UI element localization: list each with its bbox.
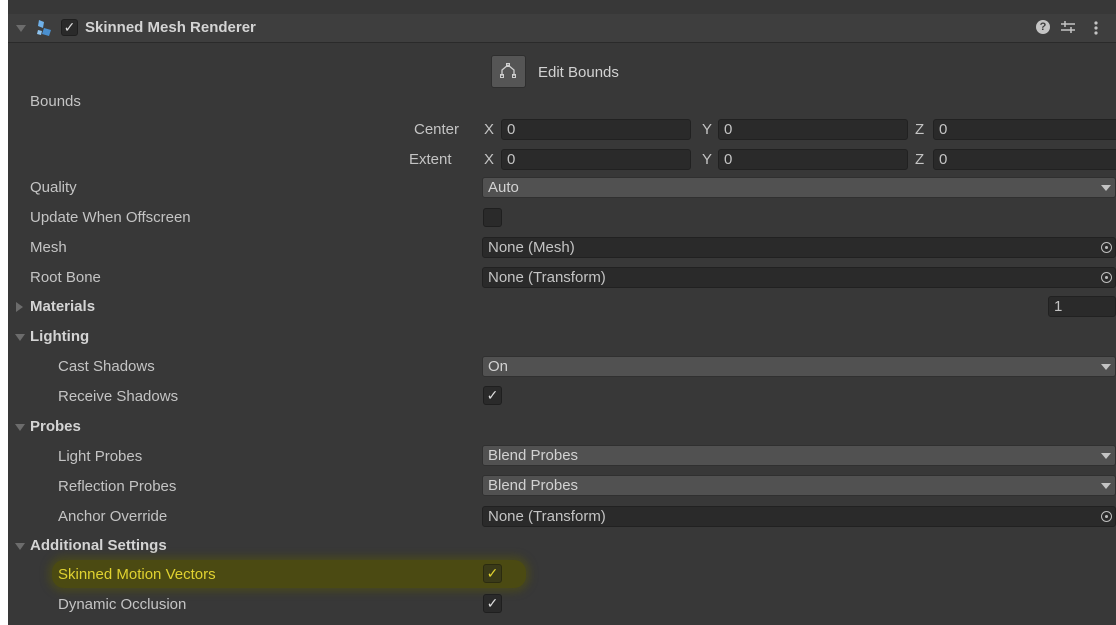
anchor-override-field[interactable]: None (Transform) (482, 506, 1116, 527)
root-bone-field[interactable]: None (Transform) (482, 267, 1116, 288)
center-z-field[interactable]: 0 (933, 119, 1116, 140)
extent-y-label: Y (702, 151, 713, 168)
extent-x-label: X (484, 151, 495, 168)
quality-label: Quality (30, 179, 77, 196)
help-icon[interactable]: ? (1036, 20, 1050, 34)
extent-y-field[interactable]: 0 (718, 149, 908, 170)
cast-shadows-value: On (488, 358, 509, 375)
object-picker-icon[interactable] (1101, 511, 1112, 522)
mesh-field[interactable]: None (Mesh) (482, 237, 1116, 258)
reflection-probes-value: Blend Probes (488, 477, 579, 494)
object-picker-icon[interactable] (1101, 242, 1112, 253)
center-y-label: Y (702, 121, 713, 138)
center-label: Center (414, 121, 460, 138)
skinned-motion-vectors-label: Skinned Motion Vectors (58, 566, 216, 583)
light-probes-dropdown[interactable]: Blend Probes (482, 445, 1116, 466)
update-offscreen-checkbox[interactable] (483, 208, 502, 227)
mesh-renderer-icon (36, 18, 54, 38)
additional-settings-foldout-arrow-icon[interactable] (15, 543, 25, 550)
extent-x-field[interactable]: 0 (501, 149, 691, 170)
mesh-label: Mesh (30, 239, 67, 256)
dynamic-occlusion-checkbox[interactable]: ✓ (483, 594, 502, 613)
foldout-arrow-icon[interactable] (16, 25, 26, 32)
lighting-foldout-arrow-icon[interactable] (15, 334, 25, 341)
materials-label[interactable]: Materials (30, 297, 95, 317)
quality-dropdown[interactable]: Auto (482, 177, 1116, 198)
mesh-value: None (Mesh) (488, 239, 575, 256)
anchor-override-label: Anchor Override (58, 508, 168, 525)
probes-foldout-arrow-icon[interactable] (15, 424, 25, 431)
receive-shadows-label: Receive Shadows (58, 388, 179, 405)
cast-shadows-label: Cast Shadows (58, 358, 155, 375)
extent-z-label: Z (915, 151, 925, 168)
materials-foldout-arrow-icon[interactable] (16, 302, 23, 312)
probes-label[interactable]: Probes (30, 417, 81, 437)
center-x-label: X (484, 121, 495, 138)
materials-size-field[interactable]: 1 (1048, 296, 1116, 317)
light-probes-label: Light Probes (58, 448, 143, 465)
reflection-probes-label: Reflection Probes (58, 478, 177, 495)
bounds-label: Bounds (30, 93, 81, 110)
extent-label: Extent (409, 151, 452, 168)
component-enabled-checkbox[interactable]: ✓ (61, 19, 78, 36)
extent-z-field[interactable]: 0 (933, 149, 1116, 170)
center-x-field[interactable]: 0 (501, 119, 691, 140)
lighting-label[interactable]: Lighting (30, 327, 89, 347)
edit-bounds-button[interactable] (491, 55, 526, 88)
chevron-down-icon (1101, 483, 1111, 489)
root-bone-value: None (Transform) (488, 269, 606, 286)
edit-bounds-icon (500, 63, 516, 78)
dynamic-occlusion-label: Dynamic Occlusion (58, 596, 187, 613)
chevron-down-icon (1101, 185, 1111, 191)
receive-shadows-checkbox[interactable]: ✓ (483, 386, 502, 405)
update-offscreen-label: Update When Offscreen (30, 209, 191, 226)
additional-settings-label[interactable]: Additional Settings (30, 536, 167, 556)
cast-shadows-dropdown[interactable]: On (482, 356, 1116, 377)
component-title: Skinned Mesh Renderer (85, 19, 256, 36)
light-probes-value: Blend Probes (488, 447, 579, 464)
chevron-down-icon (1101, 364, 1111, 370)
presets-icon[interactable] (1060, 18, 1076, 36)
kebab-menu-icon[interactable] (1093, 19, 1099, 37)
reflection-probes-dropdown[interactable]: Blend Probes (482, 475, 1116, 496)
component-header[interactable]: ✓ Skinned Mesh Renderer ? (8, 14, 1116, 43)
chevron-down-icon (1101, 453, 1111, 459)
inspector-panel: ✓ Skinned Mesh Renderer ? Edit Bounds Bo… (8, 0, 1116, 625)
anchor-override-value: None (Transform) (488, 508, 606, 525)
center-z-label: Z (915, 121, 925, 138)
root-bone-label: Root Bone (30, 269, 101, 286)
skinned-motion-vectors-checkbox[interactable]: ✓ (483, 564, 502, 583)
quality-value: Auto (488, 179, 519, 196)
center-y-field[interactable]: 0 (718, 119, 908, 140)
object-picker-icon[interactable] (1101, 272, 1112, 283)
edit-bounds-label: Edit Bounds (538, 64, 619, 81)
